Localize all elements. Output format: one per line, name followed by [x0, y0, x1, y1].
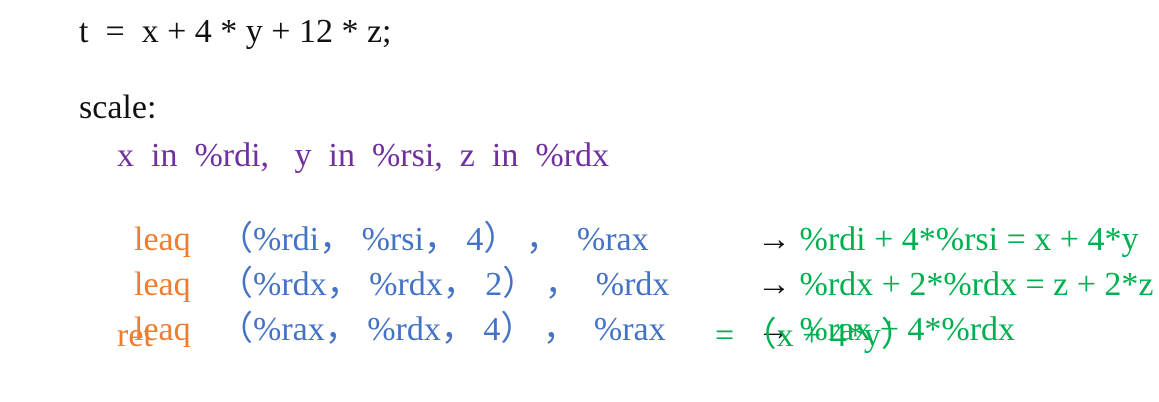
- c-expression: t = x + 4 * y + 12 * z;: [79, 13, 392, 50]
- return-instruction: ret: [117, 317, 153, 354]
- final-result: = （x + 4*y）: [715, 317, 915, 354]
- function-label: scale:: [79, 89, 157, 126]
- register-mapping: x in %rdi, y in %rsi, z in %rdx: [117, 137, 609, 174]
- operands: （%rax， %rdx， 4） ， %rax: [219, 311, 666, 348]
